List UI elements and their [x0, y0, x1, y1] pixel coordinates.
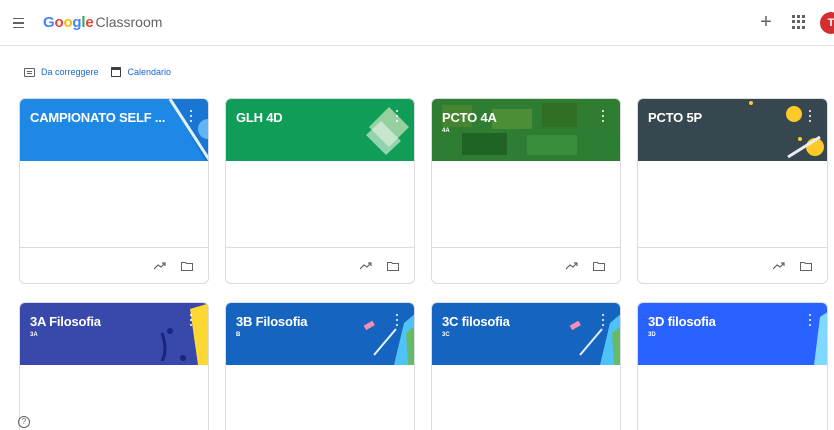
avatar[interactable]: T	[820, 12, 834, 34]
class-title[interactable]: PCTO 4A	[442, 110, 497, 125]
more-options-icon[interactable]	[394, 109, 400, 123]
apps-grid-icon[interactable]	[792, 15, 806, 29]
class-card[interactable]: PCTO 4A 4A	[431, 98, 621, 284]
class-card[interactable]: 3A Filosofia 3A	[19, 302, 209, 430]
more-options-icon[interactable]	[807, 109, 813, 123]
class-card[interactable]: CAMPIONATO SELF ...	[19, 98, 209, 284]
class-title[interactable]: 3C filosofia	[442, 314, 510, 329]
class-banner-illustration	[569, 314, 620, 365]
class-card[interactable]: PCTO 5P	[637, 98, 828, 284]
folder-icon[interactable]	[181, 261, 193, 271]
more-options-icon[interactable]	[394, 313, 400, 327]
product-name: Classroom	[95, 14, 163, 30]
class-title[interactable]: PCTO 5P	[648, 110, 702, 125]
sub-toolbar: Da correggere Calendario	[24, 65, 183, 79]
class-section: B	[236, 332, 241, 338]
class-card-footer	[20, 247, 208, 283]
class-title[interactable]: 3A Filosofia	[30, 314, 101, 329]
trending-up-icon[interactable]	[566, 261, 578, 271]
folder-icon[interactable]	[800, 261, 812, 271]
class-card-header[interactable]: PCTO 4A 4A	[432, 99, 620, 161]
calendar-icon	[110, 67, 121, 77]
class-title[interactable]: 3B Filosofia	[236, 314, 307, 329]
trending-up-icon[interactable]	[773, 261, 785, 271]
calendar-link[interactable]: Calendario	[110, 67, 172, 77]
class-card-header[interactable]: 3B Filosofia B	[226, 303, 414, 365]
class-card[interactable]: 3C filosofia 3C	[431, 302, 621, 430]
class-banner-illustration	[366, 107, 409, 155]
class-card-footer	[638, 247, 827, 283]
class-section: 3A	[30, 332, 38, 338]
more-options-icon[interactable]	[600, 109, 606, 123]
class-card-header[interactable]: 3A Filosofia 3A	[20, 303, 208, 365]
google-wordmark: Google	[43, 14, 94, 31]
class-card-footer	[226, 247, 414, 283]
folder-icon[interactable]	[387, 261, 399, 271]
class-title[interactable]: GLH 4D	[236, 110, 283, 125]
more-options-icon[interactable]	[188, 313, 194, 327]
class-card[interactable]: 3D filosofia 3D	[637, 302, 828, 430]
class-card-header[interactable]: 3D filosofia 3D	[638, 303, 827, 365]
class-title[interactable]: CAMPIONATO SELF ...	[30, 110, 165, 125]
trending-up-icon[interactable]	[360, 261, 372, 271]
trending-up-icon[interactable]	[154, 261, 166, 271]
todo-list-icon	[24, 67, 35, 77]
to-review-label: Da correggere	[41, 67, 99, 77]
class-title[interactable]: 3D filosofia	[648, 314, 716, 329]
class-section: 4A	[442, 128, 450, 134]
class-banner-illustration	[814, 312, 827, 365]
more-options-icon[interactable]	[807, 313, 813, 327]
class-section: 3D	[648, 332, 656, 338]
more-options-icon[interactable]	[188, 109, 194, 123]
class-banner-illustration	[363, 314, 414, 365]
to-review-link[interactable]: Da correggere	[24, 67, 99, 77]
plus-icon[interactable]: +	[756, 10, 776, 34]
top-app-bar: Google Classroom + T	[0, 0, 834, 46]
help-icon[interactable]: ?	[18, 416, 30, 428]
class-card-header[interactable]: GLH 4D	[226, 99, 414, 161]
hamburger-menu-icon[interactable]	[8, 13, 28, 33]
google-classroom-logo[interactable]: Google Classroom	[43, 14, 162, 31]
class-card[interactable]: GLH 4D	[225, 98, 415, 284]
class-section: 3C	[442, 332, 450, 338]
class-banner-illustration	[160, 303, 208, 365]
class-card-footer	[432, 247, 620, 283]
calendar-label: Calendario	[127, 67, 172, 77]
class-banner-illustration	[168, 99, 208, 161]
class-card[interactable]: 3B Filosofia B	[225, 302, 415, 430]
class-card-header[interactable]: PCTO 5P	[638, 99, 827, 161]
more-options-icon[interactable]	[600, 313, 606, 327]
class-banner-illustration	[749, 101, 824, 159]
folder-icon[interactable]	[593, 261, 605, 271]
class-banner-photo	[432, 99, 620, 161]
class-card-header[interactable]: CAMPIONATO SELF ...	[20, 99, 208, 161]
class-card-header[interactable]: 3C filosofia 3C	[432, 303, 620, 365]
